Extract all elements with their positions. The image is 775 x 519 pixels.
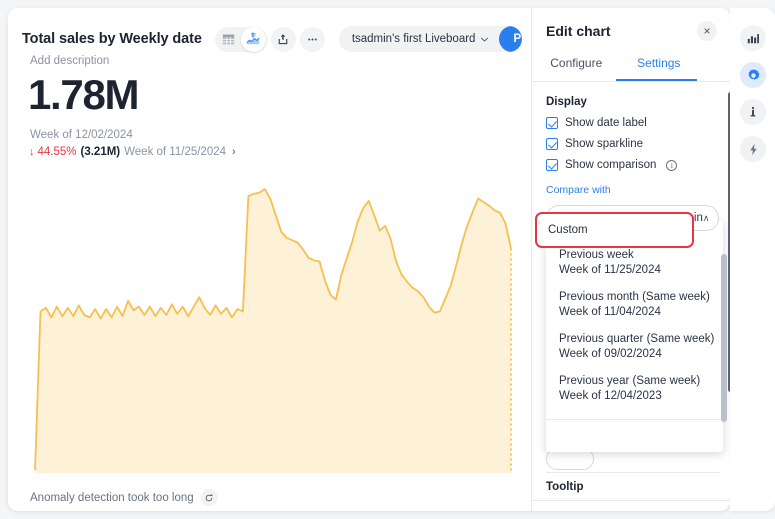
checkbox-label: Show sparkline <box>565 138 643 150</box>
kpi-value: 1.78M <box>28 74 138 116</box>
chart-card: Total sales by Weekly date <box>8 8 730 511</box>
checkbox-show-comparison[interactable]: Show comparison i <box>546 159 677 171</box>
comparison-percent: 44.55% <box>38 146 77 158</box>
gear-icon <box>746 68 761 83</box>
dropdown-option-previous-week[interactable]: Previous week Week of 11/25/2024 <box>559 248 661 277</box>
checkbox-icon <box>546 117 558 129</box>
dropdown-option-previous-year[interactable]: Previous year (Same week) Week of 12/04/… <box>559 374 700 403</box>
add-description-link[interactable]: Add description <box>30 55 109 67</box>
liveboard-name: tsadmin's first Liveboard <box>352 33 476 45</box>
lightning-bolt-icon <box>747 143 760 156</box>
compare-with-label[interactable]: Compare with <box>546 184 611 196</box>
trend-down-arrow-icon: ↓ <box>29 146 35 158</box>
info-icon <box>746 105 760 119</box>
option-label: Previous quarter (Same week) <box>559 333 714 345</box>
pin-control: tsadmin's first Liveboard Pin <box>339 26 522 52</box>
dropdown-separator <box>546 419 723 420</box>
refresh-icon <box>204 493 214 503</box>
checkbox-icon <box>546 159 558 171</box>
chevron-down-icon <box>480 35 489 44</box>
kpi-date-label: Week of 12/02/2024 <box>30 129 133 141</box>
anomaly-message: Anomaly detection took too long <box>30 492 194 504</box>
option-sub: Week of 11/04/2024 <box>559 305 710 320</box>
display-section-title: Display <box>546 96 587 108</box>
header-icon-group <box>215 27 325 52</box>
dropdown-option-previous-month[interactable]: Previous month (Same week) Week of 11/04… <box>559 290 710 319</box>
rail-button-chart[interactable] <box>740 25 766 51</box>
table-icon <box>222 33 235 46</box>
option-sub: Week of 11/25/2024 <box>559 263 661 278</box>
page-title: Total sales by Weekly date <box>22 31 202 47</box>
sparkline-chart[interactable] <box>8 168 531 483</box>
close-panel-button[interactable]: × <box>697 21 717 41</box>
rail-button-actions[interactable] <box>740 136 766 162</box>
edit-chart-panel: Edit chart × Configure Settings Display … <box>531 8 730 511</box>
panel-header: Edit chart × <box>532 8 730 54</box>
option-label: Previous week <box>559 249 634 261</box>
bar-chart-icon <box>746 31 760 45</box>
checkbox-show-sparkline[interactable]: Show sparkline <box>546 138 643 150</box>
chart-pane: Total sales by Weekly date <box>8 8 531 511</box>
share-button[interactable] <box>271 27 296 52</box>
rail-button-info[interactable] <box>740 99 766 125</box>
dropdown-scrollbar[interactable] <box>721 254 727 422</box>
rail-button-settings[interactable] <box>740 62 766 88</box>
panel-title: Edit chart <box>546 23 611 39</box>
chart-header: Total sales by Weekly date <box>22 24 522 54</box>
table-view-button[interactable] <box>216 27 241 52</box>
view-toggle-group <box>215 27 267 52</box>
checkbox-label: Show date label <box>565 117 647 129</box>
panel-header-divider <box>532 81 730 82</box>
liveboard-select[interactable]: tsadmin's first Liveboard <box>339 26 500 52</box>
app-root: Total sales by Weekly date <box>0 0 775 519</box>
comparison-value: (3.21M) <box>81 146 121 158</box>
more-options-button[interactable] <box>300 27 325 52</box>
tab-configure[interactable]: Configure <box>535 56 618 82</box>
pin-button[interactable]: Pin <box>499 26 522 52</box>
dropdown-option-previous-quarter[interactable]: Previous quarter (Same week) Week of 09/… <box>559 332 714 361</box>
compare-with-dropdown[interactable]: Week of 11/25/2024 Previous week Week of… <box>546 221 723 452</box>
chart-footer: Anomaly detection took too long <box>30 489 218 506</box>
right-icon-rail <box>730 8 775 511</box>
chevron-up-icon: ∧ <box>703 213 710 224</box>
option-sub: Week of 12/04/2023 <box>559 389 700 404</box>
share-icon <box>277 33 289 45</box>
comparison-period: Week of 11/25/2024 <box>124 146 226 158</box>
sparkline-area-fill <box>35 189 511 473</box>
tooltip-section-title: Tooltip <box>546 481 583 493</box>
checkbox-icon <box>546 138 558 150</box>
comparison-expand-chevron-icon[interactable]: › <box>232 146 236 158</box>
refresh-button[interactable] <box>201 489 218 506</box>
option-sub: Week of 09/02/2024 <box>559 347 714 362</box>
panel-scrollbar[interactable] <box>728 92 730 392</box>
checkbox-show-date-label[interactable]: Show date label <box>546 117 647 129</box>
kpi-sparkline-icon <box>246 32 260 46</box>
tooltip-divider <box>546 472 720 473</box>
option-label: Previous month (Same week) <box>559 291 710 303</box>
dropdown-option-custom[interactable]: Custom <box>535 212 694 248</box>
checkbox-label: Show comparison <box>565 159 656 171</box>
kpi-sparkline-view-button[interactable] <box>241 27 266 52</box>
panel-bottom-divider <box>532 500 730 501</box>
info-icon[interactable]: i <box>666 160 677 171</box>
option-label: Previous year (Same week) <box>559 375 700 387</box>
more-ellipsis-icon <box>306 33 319 46</box>
comparison-row: ↓ 44.55% (3.21M) Week of 11/25/2024 › <box>29 146 236 158</box>
